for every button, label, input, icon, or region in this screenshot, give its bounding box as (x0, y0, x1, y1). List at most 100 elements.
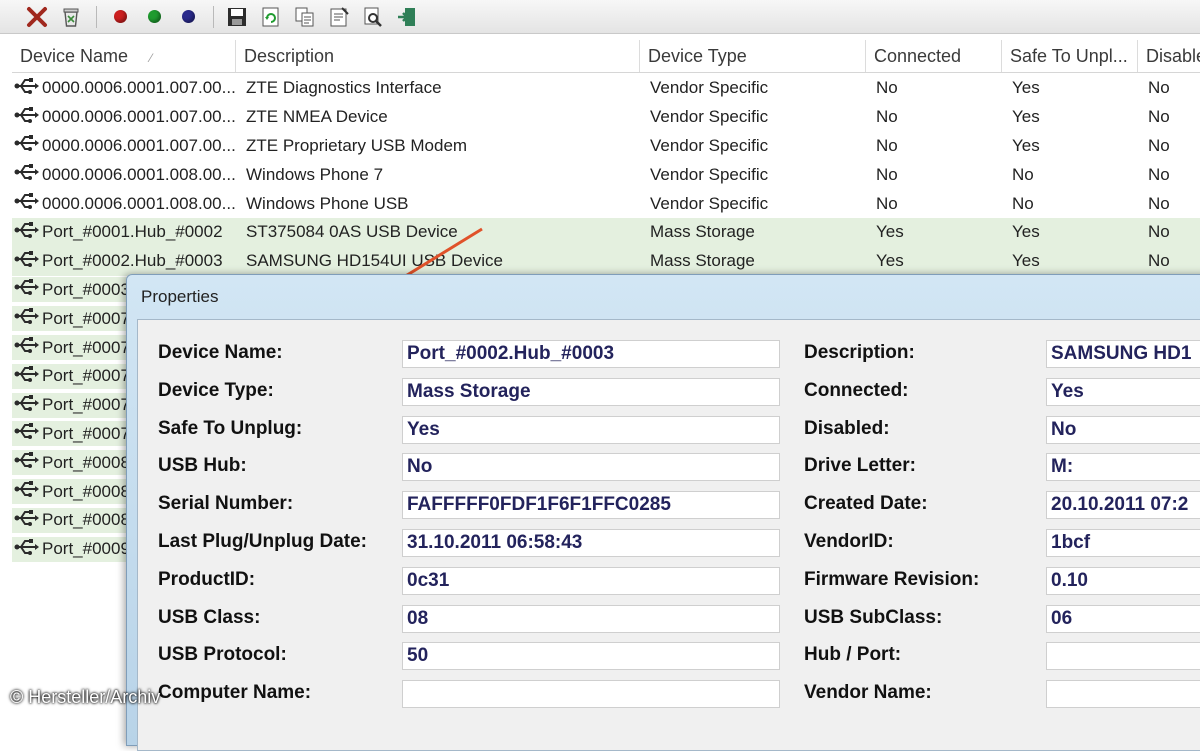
disabled-cell: No (1148, 193, 1170, 213)
property-value-field[interactable]: Mass Storage (402, 377, 780, 406)
safe-cell: Yes (1012, 135, 1040, 155)
find-icon[interactable] (360, 4, 386, 30)
column-header-connected[interactable]: Connected (866, 40, 1002, 72)
device-name-text: Port_#0002.Hub_#0003 (42, 251, 223, 271)
refresh-icon[interactable] (258, 4, 284, 30)
description-cell: SAMSUNG HD154UI USB Device (246, 251, 503, 271)
property-label: Device Name: (158, 342, 283, 363)
disabled-cell: No (1148, 135, 1170, 155)
device-name-text: Port_#0007 (42, 423, 130, 443)
property-value-field[interactable]: Yes (402, 415, 780, 444)
property-value-field[interactable]: No (1046, 415, 1200, 444)
device-name-text: Port_#0009 (42, 539, 130, 559)
usb-device-icon (14, 335, 42, 360)
table-row[interactable]: 0000.0006.0001.007.00... ZTE Proprietary … (12, 132, 1200, 161)
device-name-cell: 0000.0006.0001.008.00... (12, 191, 236, 216)
properties-dialog: Properties Device Name: Port_#0002.Hub_#0… (126, 274, 1200, 751)
property-value-field[interactable]: FAFFFFF0FDF1F6F1FFC0285 (402, 491, 780, 520)
device-name-text: Port_#0007 (42, 337, 130, 357)
device-name-cell: Port_#0007 (12, 306, 130, 332)
usb-device-icon (14, 191, 42, 216)
usb-device-icon (14, 421, 42, 446)
property-value-field[interactable]: SAMSUNG HD1 (1046, 340, 1200, 368)
property-value-field[interactable]: 20.10.2011 07:2 (1046, 491, 1200, 520)
column-header-safe-to-unplug[interactable]: Safe To Unpl... (1002, 40, 1138, 72)
usb-device-icon (14, 249, 42, 274)
property-value-field[interactable] (402, 680, 780, 709)
properties-icon[interactable] (326, 4, 352, 30)
toolbar (0, 0, 1200, 34)
device-name-text: 0000.0006.0001.007.00... (42, 135, 236, 155)
connected-cell: No (876, 164, 898, 184)
column-header-device-name[interactable]: Device Name ⁄ (12, 40, 236, 72)
safe-cell: Yes (1012, 251, 1040, 271)
blue-dot-icon[interactable] (175, 4, 201, 30)
property-label: Disabled: (804, 417, 890, 439)
table-row[interactable]: 0000.0006.0001.008.00... Windows Phone 7 V… (12, 160, 1200, 189)
property-value-field[interactable]: 31.10.2011 06:58:43 (402, 529, 780, 557)
connected-cell: Yes (876, 222, 904, 242)
connected-cell: No (876, 193, 898, 213)
description-cell: Windows Phone USB (246, 193, 409, 213)
property-value-field[interactable]: 06 (1046, 604, 1200, 633)
table-row[interactable]: Port_#0002.Hub_#0003 SAMSUNG HD154UI USB … (12, 246, 1200, 276)
usb-device-icon (14, 364, 42, 389)
table-row[interactable]: 0000.0006.0001.008.00... Windows Phone US… (12, 189, 1200, 218)
safe-cell: No (1012, 193, 1034, 213)
description-cell: ZTE Proprietary USB Modem (246, 135, 468, 155)
property-value-field[interactable]: 0.10 (1046, 566, 1200, 595)
green-dot-icon[interactable] (141, 4, 167, 30)
table-row[interactable]: 0000.0006.0001.007.00... ZTE Diagnostics … (12, 74, 1200, 103)
property-value-field[interactable]: Yes (1046, 377, 1200, 406)
disabled-cell: No (1148, 107, 1170, 127)
property-value-field[interactable]: 0c31 (402, 566, 780, 595)
property-value-field[interactable] (1046, 680, 1200, 709)
column-header-device-type[interactable]: Device Type (640, 40, 866, 72)
device-name-cell: Port_#0003 (12, 277, 130, 303)
device-name-cell: Port_#0008 (12, 479, 130, 505)
device-name-text: Port_#0008 (42, 452, 130, 472)
sort-indicator-icon: ⁄ (150, 51, 153, 65)
type-cell: Vendor Specific (650, 135, 769, 155)
safe-cell: Yes (1012, 222, 1040, 242)
device-name-cell: 0000.0006.0001.007.00... (12, 105, 236, 130)
description-cell: ST375084 0AS USB Device (246, 222, 458, 242)
toolbar-separator (96, 5, 97, 28)
exit-icon[interactable] (394, 4, 420, 30)
type-cell: Vendor Specific (650, 78, 769, 98)
description-cell: ZTE Diagnostics Interface (246, 78, 442, 98)
property-value-field[interactable]: 1bcf (1046, 529, 1200, 557)
device-name-text: Port_#0001.Hub_#0002 (42, 222, 223, 242)
safe-cell: Yes (1012, 78, 1040, 98)
uninstall-icon[interactable] (58, 4, 84, 30)
save-icon[interactable] (224, 4, 250, 30)
property-value-field[interactable]: No (402, 453, 780, 482)
table-row[interactable]: Port_#0001.Hub_#0002 ST375084 0AS USB Dev… (12, 217, 1200, 247)
property-value-field[interactable]: M: (1046, 453, 1200, 482)
delete-x-icon[interactable] (24, 4, 50, 30)
device-name-cell: Port_#0007 (12, 335, 130, 361)
device-name-text: Port_#0007 (42, 366, 130, 386)
property-label: USB Class: (158, 606, 261, 628)
property-value-field[interactable]: Port_#0002.Hub_#0003 (402, 340, 780, 368)
property-value-field[interactable]: 50 (402, 642, 780, 671)
usb-device-icon (14, 537, 42, 562)
red-dot-icon[interactable] (107, 4, 133, 30)
property-value-field[interactable]: 08 (402, 604, 780, 633)
property-label: Safe To Unplug: (158, 417, 303, 439)
image-credit: © Hersteller/Archiv (10, 687, 161, 707)
device-name-cell: Port_#0008 (12, 450, 130, 476)
property-value-field[interactable] (1046, 642, 1200, 671)
device-name-text: Port_#0003 (42, 279, 130, 299)
column-header-disabled[interactable]: Disable (1138, 40, 1200, 72)
device-name-text: 0000.0006.0001.007.00... (42, 78, 236, 98)
column-header-description[interactable]: Description (236, 40, 640, 72)
usb-device-icon (14, 306, 42, 331)
property-label: Created Date: (804, 493, 928, 515)
copy-icon[interactable] (292, 4, 318, 30)
device-name-cell: Port_#0008 (12, 507, 130, 533)
device-name-cell: Port_#0007 (12, 392, 130, 418)
disabled-cell: No (1148, 78, 1170, 98)
connected-cell: Yes (876, 251, 904, 271)
table-row[interactable]: 0000.0006.0001.007.00... ZTE NMEA Device V… (12, 103, 1200, 132)
